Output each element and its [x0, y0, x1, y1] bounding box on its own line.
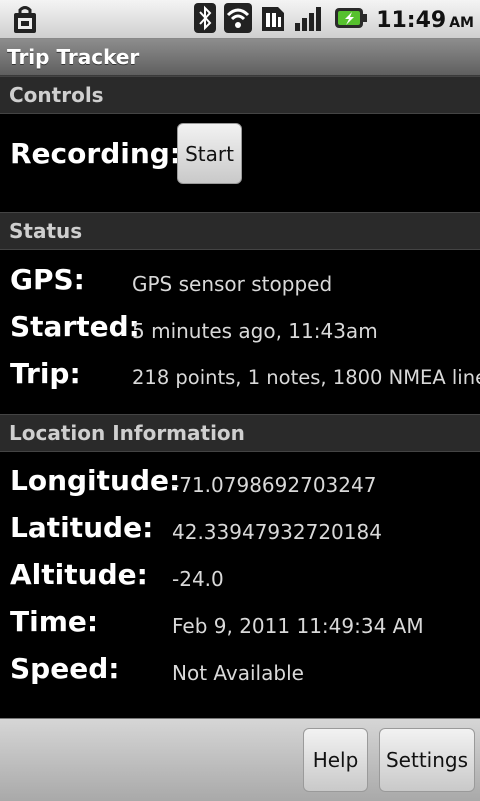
- gps-label: GPS:: [10, 263, 85, 296]
- altitude-label: Altitude:: [10, 558, 148, 591]
- clock-ampm: AM: [449, 14, 474, 31]
- title-bar: Trip Tracker: [0, 39, 480, 76]
- time-label: Time:: [10, 605, 99, 638]
- longitude-label: Longitude:: [10, 464, 181, 497]
- settings-button[interactable]: Settings: [379, 728, 475, 792]
- altitude-value: -24.0: [172, 567, 224, 591]
- recording-label: Recording:: [10, 137, 182, 170]
- latitude-label: Latitude:: [10, 511, 154, 544]
- bottom-button-bar: Help Settings: [0, 718, 480, 801]
- section-title-controls: Controls: [9, 83, 104, 107]
- signal-strength-icon: [294, 3, 326, 37]
- start-button[interactable]: Start: [177, 123, 242, 184]
- latitude-value: 42.33947932720184: [172, 520, 382, 544]
- battery-charging-icon: [334, 5, 368, 35]
- time-value: Feb 9, 2011 11:49:34 AM: [172, 614, 424, 638]
- section-title-status: Status: [9, 219, 83, 243]
- app-title: Trip Tracker: [7, 45, 140, 69]
- speed-label: Speed:: [10, 652, 120, 685]
- shopping-bag-notification-icon: [10, 5, 40, 39]
- clock: 11:49 AM: [376, 8, 474, 33]
- section-header-status: Status: [0, 212, 480, 250]
- section-header-controls: Controls: [0, 76, 480, 114]
- bluetooth-icon: [194, 3, 217, 37]
- trip-value: 218 points, 1 notes, 1800 NMEA lines: [132, 366, 480, 389]
- started-label: Started:: [10, 310, 140, 343]
- trip-label: Trip:: [10, 357, 81, 390]
- started-value: 5 minutes ago, 11:43am: [132, 319, 378, 343]
- gps-value: GPS sensor stopped: [132, 272, 333, 296]
- longitude-value: -71.0798692703247: [172, 473, 377, 497]
- sim-card-icon: [260, 3, 286, 37]
- section-title-location: Location Information: [9, 421, 245, 445]
- section-header-location: Location Information: [0, 414, 480, 452]
- wifi-icon: [224, 3, 253, 37]
- speed-value: Not Available: [172, 661, 304, 685]
- clock-time: 11:49: [376, 7, 447, 33]
- help-button[interactable]: Help: [303, 728, 368, 792]
- status-bar: 11:49 AM: [0, 0, 480, 39]
